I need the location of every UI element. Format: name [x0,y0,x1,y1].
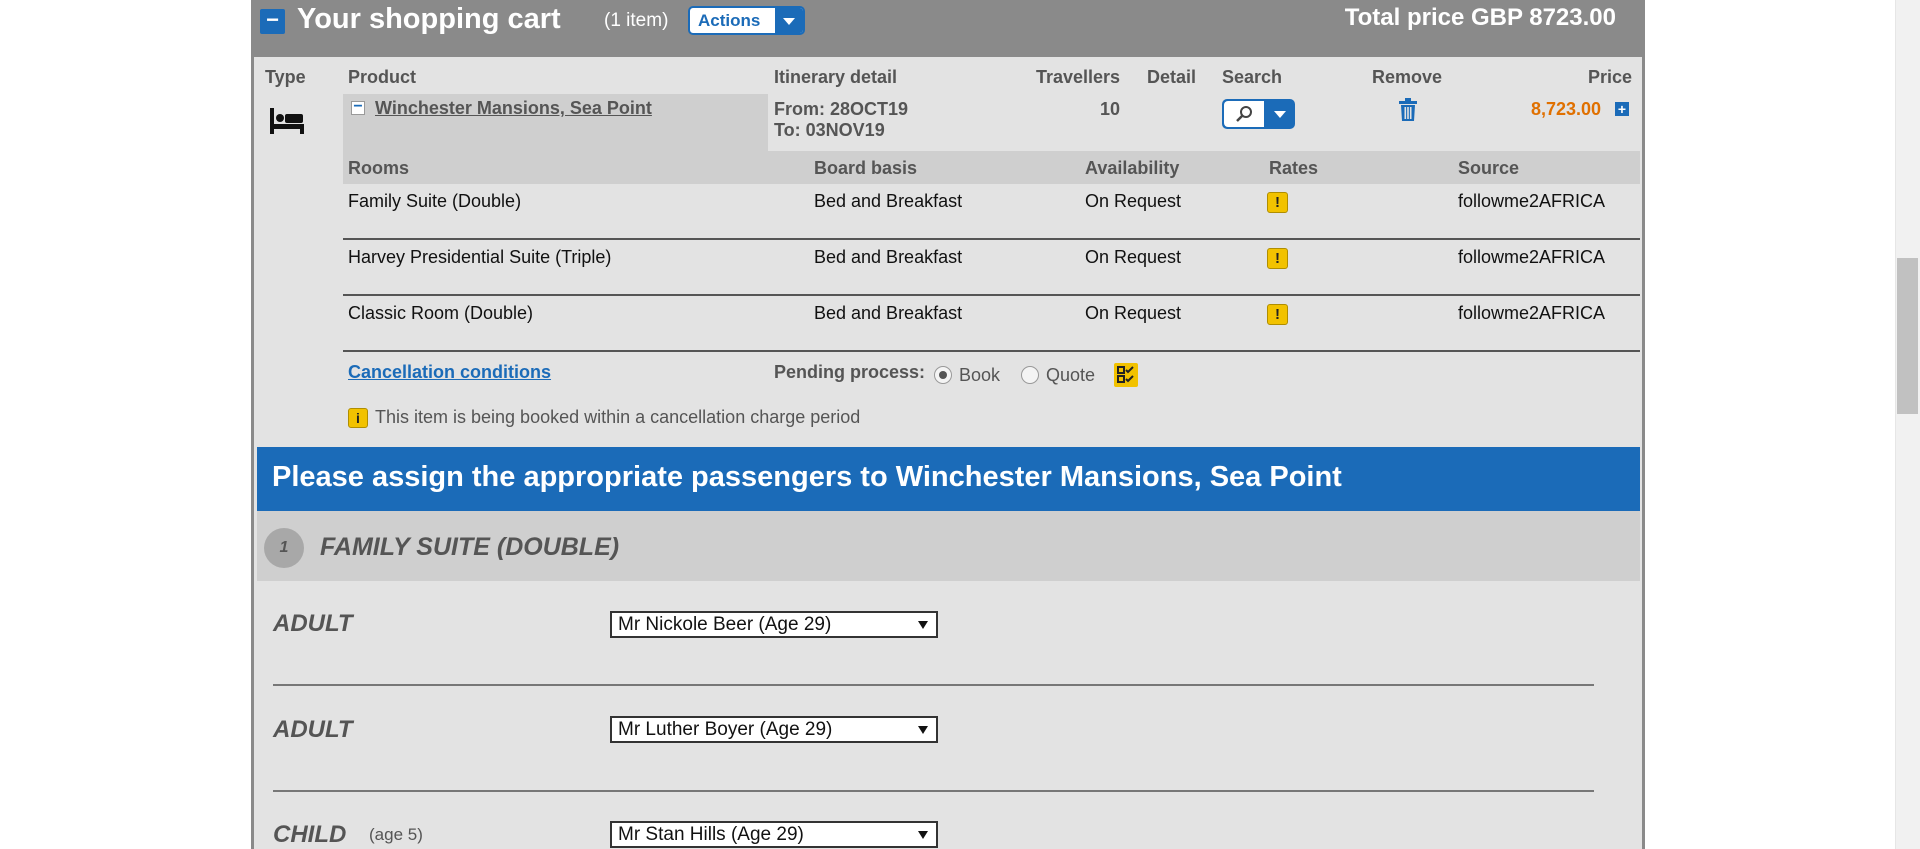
magnifier-icon [1236,106,1252,122]
table-row: Classic Room (Double) Bed and Breakfast … [343,296,1640,352]
divider [273,790,1594,792]
room-name-heading: FAMILY SUITE (DOUBLE) [320,533,620,561]
collapse-product-minus-icon[interactable]: − [351,99,365,115]
chevron-down-icon [775,8,803,33]
search-icon-holder [1224,101,1264,127]
source-cell: followme2AFRICA [1458,191,1606,211]
rooms-header: Rooms [348,158,410,178]
room-name-cell: Harvey Presidential Suite (Triple) [348,247,612,267]
collapse-cart-minus-icon[interactable]: − [260,9,285,34]
chevron-down-icon [1274,111,1286,118]
column-header-travellers: Travellers [1036,67,1121,87]
dropdown-arrow-icon [918,831,928,839]
shopping-cart-panel: − Your shopping cart (1 item) Actions To… [251,0,1645,849]
column-header-itinerary: Itinerary detail [774,67,898,87]
source-cell: followme2AFRICA [1458,303,1606,323]
page: − Your shopping cart (1 item) Actions To… [0,0,1920,849]
board-basis-cell: Bed and Breakfast [814,191,963,211]
source-cell: followme2AFRICA [1458,247,1606,267]
quote-radio-label[interactable]: Quote [1046,365,1095,386]
warning-icon[interactable]: ! [1267,248,1288,269]
info-icon: i [348,408,368,428]
item-price: 8,723.00 [1531,99,1602,119]
passenger-type-label: ADULT [273,610,353,637]
quote-radio[interactable] [1021,366,1039,384]
vertical-scrollbar[interactable] [1895,0,1920,849]
book-radio[interactable] [934,366,952,384]
column-header-remove: Remove [1372,67,1443,87]
assign-passengers-title: Please assign the appropriate passengers… [272,461,1342,493]
dropdown-arrow-icon [918,621,928,629]
actions-label: Actions [698,11,761,30]
column-header-price: Price [1588,67,1633,87]
room-section-header: 1 FAMILY SUITE (DOUBLE) [257,511,1640,581]
table-row: Family Suite (Double) Bed and Breakfast … [343,184,1640,240]
cancellation-conditions-link[interactable]: Cancellation conditions [348,362,551,383]
expand-plus-icon[interactable]: + [1615,102,1629,116]
room-number-badge: 1 [264,528,304,568]
passenger-select[interactable]: Mr Nickole Beer (Age 29) [610,611,938,638]
total-price: Total price GBP 8723.00 [1344,4,1616,31]
column-header-product: Product [348,67,417,87]
board-basis-cell: Bed and Breakfast [814,303,963,323]
travellers-count: 10 [1100,99,1121,119]
book-radio-label[interactable]: Book [959,365,1000,386]
cart-title: Your shopping cart [297,3,561,35]
table-row: Harvey Presidential Suite (Triple) Bed a… [343,240,1640,296]
room-name-cell: Family Suite (Double) [348,191,522,211]
room-name-cell: Classic Room (Double) [348,303,534,323]
search-dropdown-button[interactable] [1222,99,1295,129]
itinerary-from: From: 28OCT19 [774,99,909,119]
checklist-icon[interactable] [1114,363,1138,387]
column-header-search: Search [1222,67,1283,87]
bed-icon [269,106,305,141]
cancellation-charge-notice: This item is being booked within a cance… [375,407,861,427]
rates-header: Rates [1269,158,1319,178]
actions-dropdown-button[interactable]: Actions [688,6,805,35]
availability-cell: On Request [1085,303,1182,323]
board-basis-header: Board basis [814,158,918,178]
warning-icon[interactable]: ! [1267,192,1288,213]
availability-cell: On Request [1085,191,1182,211]
source-header: Source [1458,158,1520,178]
divider [273,684,1594,686]
scrollbar-thumb[interactable] [1897,258,1918,414]
availability-cell: On Request [1085,247,1182,267]
passenger-type-label: CHILD [273,821,347,848]
column-header-detail: Detail [1147,67,1197,87]
rooms-table-header: Rooms Board basis Availability Rates Sou… [343,151,1640,184]
trash-icon[interactable] [1398,98,1418,127]
passenger-select[interactable]: Mr Luther Boyer (Age 29) [610,716,938,743]
itinerary-to: To: 03NOV19 [774,120,885,140]
dropdown-arrow-icon [918,726,928,734]
passenger-type-label: ADULT [273,716,353,743]
passenger-age-note: (age 5) [369,825,423,844]
column-header-type: Type [265,67,306,87]
passenger-select-value: Mr Luther Boyer (Age 29) [618,719,833,740]
pending-process-label: Pending process: [774,362,926,382]
board-basis-cell: Bed and Breakfast [814,247,963,267]
warning-icon[interactable]: ! [1267,304,1288,325]
cart-header: − Your shopping cart (1 item) Actions To… [254,0,1642,57]
product-name-link[interactable]: Winchester Mansions, Sea Point [375,98,652,119]
passenger-select[interactable]: Mr Stan Hills (Age 29) [610,821,938,848]
cart-item-count: (1 item) [604,10,669,31]
assign-passengers-banner: Please assign the appropriate passengers… [257,447,1640,511]
passenger-select-value: Mr Stan Hills (Age 29) [618,824,804,845]
availability-header: Availability [1085,158,1180,178]
passenger-select-value: Mr Nickole Beer (Age 29) [618,614,832,635]
